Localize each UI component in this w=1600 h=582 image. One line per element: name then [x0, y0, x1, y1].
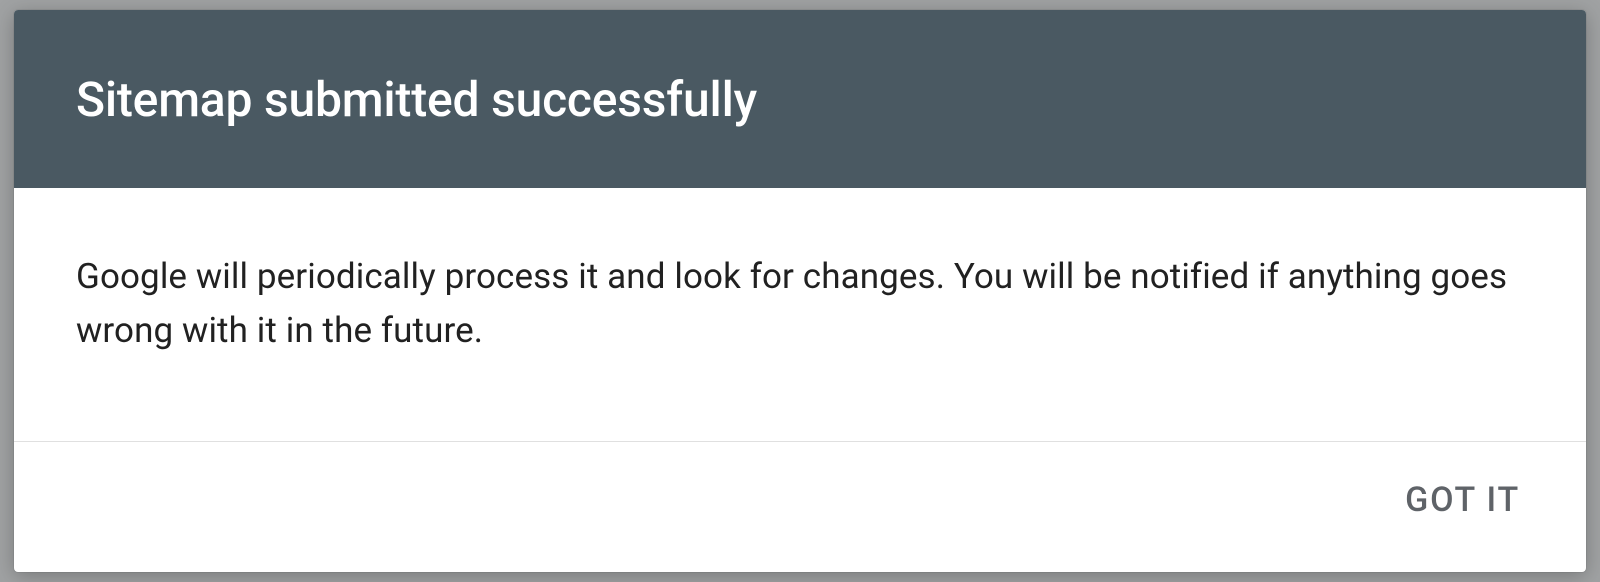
confirmation-dialog: Sitemap submitted successfully Google wi… — [14, 10, 1586, 572]
dialog-body: Google will periodically process it and … — [14, 188, 1586, 442]
dialog-title: Sitemap submitted successfully — [76, 71, 757, 128]
dialog-message: Google will periodically process it and … — [76, 250, 1524, 359]
dialog-header: Sitemap submitted successfully — [14, 10, 1586, 188]
dialog-footer: GOT IT — [14, 442, 1586, 572]
got-it-button[interactable]: GOT IT — [1401, 472, 1524, 528]
